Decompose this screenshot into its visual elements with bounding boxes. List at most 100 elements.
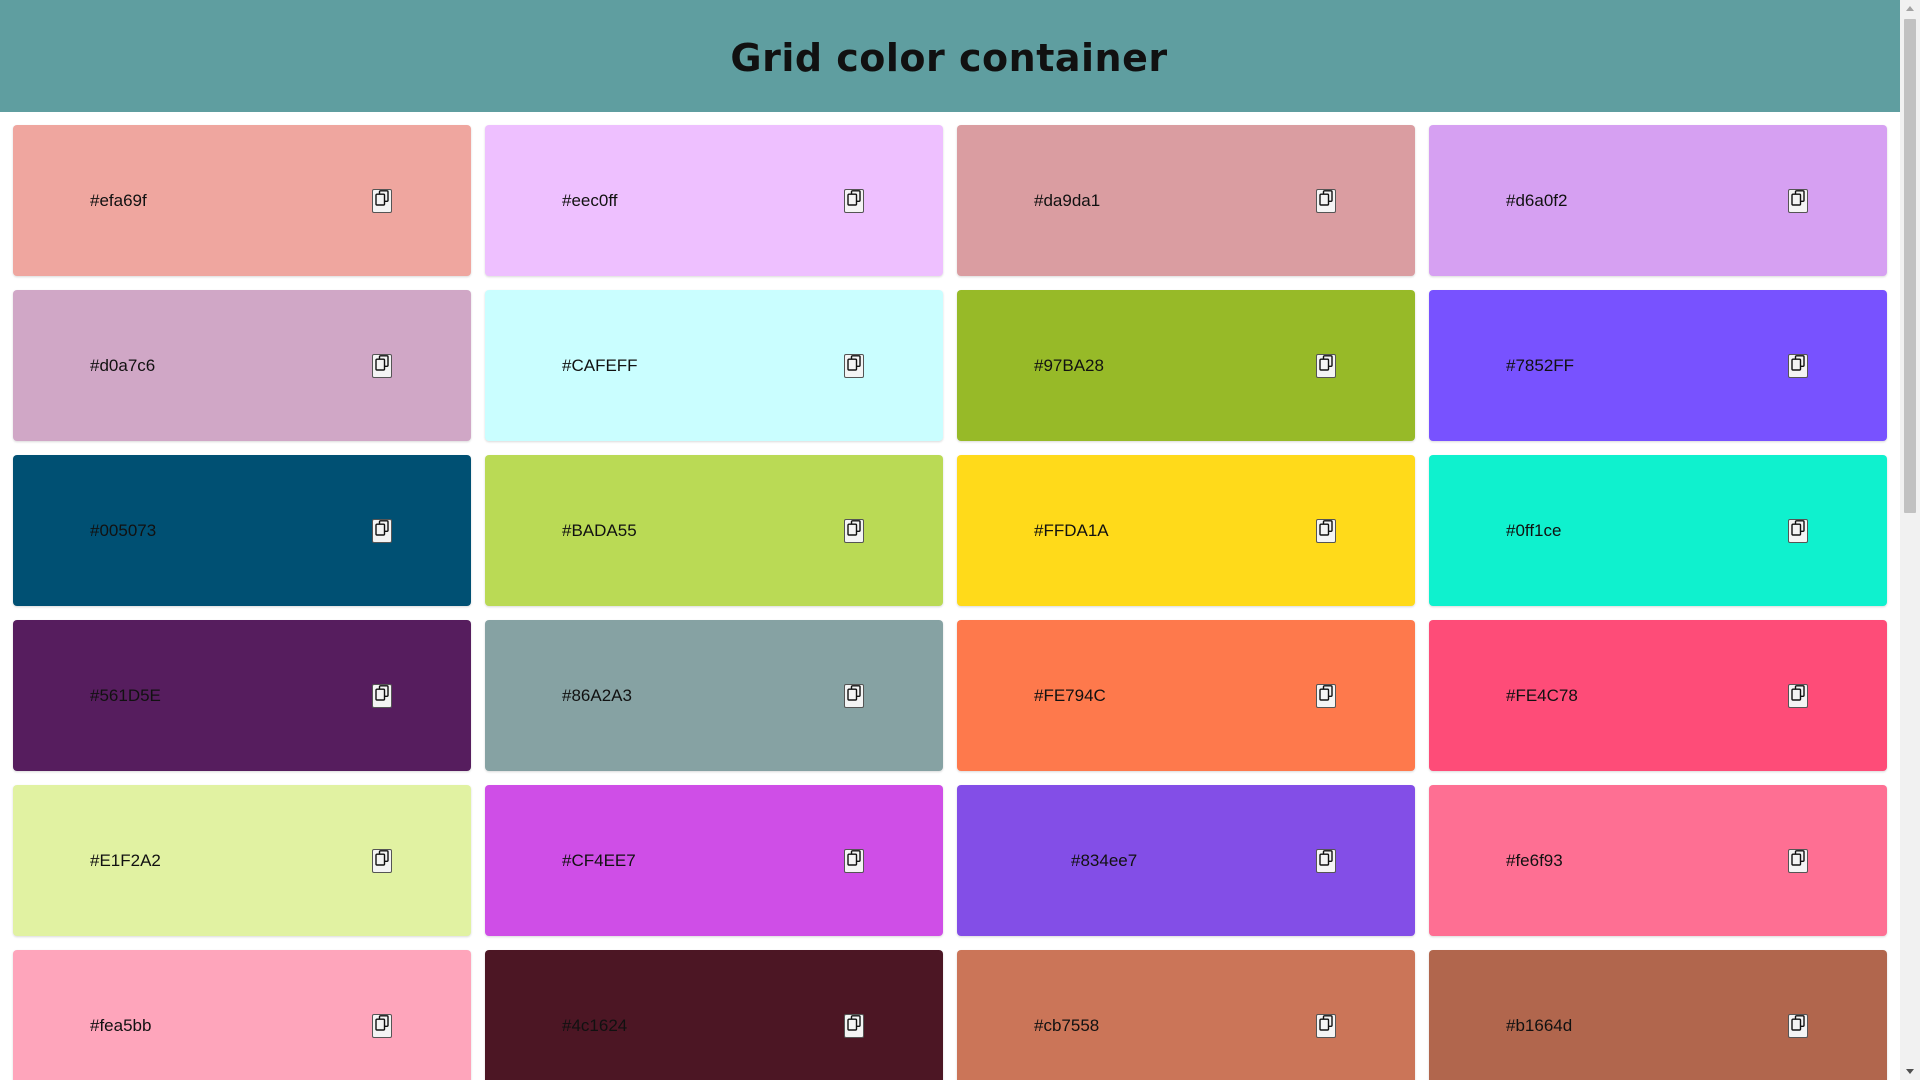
color-hex-label: #cb7558 (1034, 1015, 1100, 1035)
copy-button[interactable] (1316, 518, 1336, 543)
color-tile: #FE4C78 (1429, 620, 1887, 771)
copy-icon (847, 190, 861, 211)
copy-icon (375, 520, 389, 541)
color-tile: #CAFEFF (485, 290, 943, 441)
color-grid: #efa69f #eec0ff #da9da1 #d6a0f2 #d0a7c6 … (13, 125, 1888, 1080)
copy-icon (1319, 355, 1333, 376)
color-hex-label: #BADA55 (562, 520, 637, 540)
copy-button[interactable] (372, 848, 392, 873)
color-tile: #86A2A3 (485, 620, 943, 771)
color-hex-label: #834ee7 (1071, 850, 1138, 870)
page-title: Grid color container (730, 36, 1168, 80)
color-tile: #834ee7 (957, 785, 1415, 936)
color-hex-label: #fea5bb (90, 1015, 152, 1035)
copy-button[interactable] (1788, 353, 1808, 378)
copy-icon (1319, 1015, 1333, 1036)
color-tile: #7852FF (1429, 290, 1887, 441)
color-tile: #d0a7c6 (13, 290, 471, 441)
color-hex-label: #86A2A3 (562, 685, 632, 705)
copy-icon (1319, 520, 1333, 541)
color-tile: #97BA28 (957, 290, 1415, 441)
page-header: Grid color container (0, 0, 1900, 112)
color-hex-label: #005073 (90, 520, 157, 540)
copy-icon (1791, 1015, 1805, 1036)
copy-icon (1791, 850, 1805, 871)
color-hex-label: #97BA28 (1034, 355, 1104, 375)
color-hex-label: #7852FF (1506, 355, 1575, 375)
color-hex-label: #CAFEFF (562, 355, 638, 375)
copy-button[interactable] (1316, 188, 1336, 213)
page: Grid color container #efa69f #eec0ff #da… (0, 0, 1920, 1080)
color-hex-label: #fe6f93 (1506, 850, 1563, 870)
scroll-down-icon[interactable] (1900, 1063, 1920, 1080)
copy-button[interactable] (372, 188, 392, 213)
copy-icon (1319, 190, 1333, 211)
copy-button[interactable] (372, 518, 392, 543)
color-tile: #fea5bb (13, 950, 471, 1080)
copy-icon (1791, 520, 1805, 541)
copy-button[interactable] (1788, 848, 1808, 873)
copy-icon (1791, 190, 1805, 211)
copy-icon (375, 1015, 389, 1036)
copy-icon (847, 520, 861, 541)
color-hex-label: #0ff1ce (1506, 520, 1562, 540)
copy-button[interactable] (1788, 1013, 1808, 1038)
color-hex-label: #da9da1 (1034, 190, 1101, 210)
copy-button[interactable] (1316, 353, 1336, 378)
copy-button[interactable] (1788, 683, 1808, 708)
copy-icon (375, 850, 389, 871)
copy-icon (847, 685, 861, 706)
scroll-up-icon[interactable] (1900, 0, 1920, 17)
copy-button[interactable] (844, 188, 864, 213)
color-hex-label: #CF4EE7 (562, 850, 636, 870)
color-tile: #cb7558 (957, 950, 1415, 1080)
color-hex-label: #561D5E (90, 685, 161, 705)
copy-icon (1791, 685, 1805, 706)
color-hex-label: #b1664d (1506, 1015, 1573, 1035)
copy-button[interactable] (844, 848, 864, 873)
copy-button[interactable] (1788, 518, 1808, 543)
copy-icon (847, 1015, 861, 1036)
vertical-scrollbar[interactable] (1900, 0, 1920, 1080)
color-tile: #4c1624 (485, 950, 943, 1080)
copy-button[interactable] (1316, 848, 1336, 873)
copy-button[interactable] (372, 1013, 392, 1038)
copy-button[interactable] (372, 353, 392, 378)
color-hex-label: #eec0ff (562, 190, 618, 210)
copy-icon (1791, 355, 1805, 376)
color-tile: #d6a0f2 (1429, 125, 1887, 276)
copy-icon (847, 850, 861, 871)
color-tile: #fe6f93 (1429, 785, 1887, 936)
color-tile: #005073 (13, 455, 471, 606)
color-hex-label: #FFDA1A (1034, 520, 1109, 540)
copy-icon (1319, 850, 1333, 871)
color-tile: #E1F2A2 (13, 785, 471, 936)
copy-button[interactable] (1788, 188, 1808, 213)
copy-button[interactable] (844, 1013, 864, 1038)
copy-icon (375, 190, 389, 211)
color-tile: #FE794C (957, 620, 1415, 771)
color-tile: #FFDA1A (957, 455, 1415, 606)
color-hex-label: #FE794C (1034, 685, 1106, 705)
copy-button[interactable] (372, 683, 392, 708)
color-tile: #da9da1 (957, 125, 1415, 276)
color-hex-label: #E1F2A2 (90, 850, 161, 870)
copy-button[interactable] (844, 518, 864, 543)
color-tile: #efa69f (13, 125, 471, 276)
copy-button[interactable] (844, 683, 864, 708)
copy-button[interactable] (1316, 1013, 1336, 1038)
scrollbar-thumb[interactable] (1904, 19, 1916, 513)
color-tile: #eec0ff (485, 125, 943, 276)
copy-icon (375, 355, 389, 376)
color-tile: #CF4EE7 (485, 785, 943, 936)
color-tile: #561D5E (13, 620, 471, 771)
color-tile: #0ff1ce (1429, 455, 1887, 606)
color-tile: #b1664d (1429, 950, 1887, 1080)
copy-icon (847, 355, 861, 376)
color-hex-label: #d6a0f2 (1506, 190, 1568, 210)
color-hex-label: #efa69f (90, 190, 147, 210)
copy-button[interactable] (1316, 683, 1336, 708)
copy-icon (375, 685, 389, 706)
color-hex-label: #4c1624 (562, 1015, 628, 1035)
copy-button[interactable] (844, 353, 864, 378)
